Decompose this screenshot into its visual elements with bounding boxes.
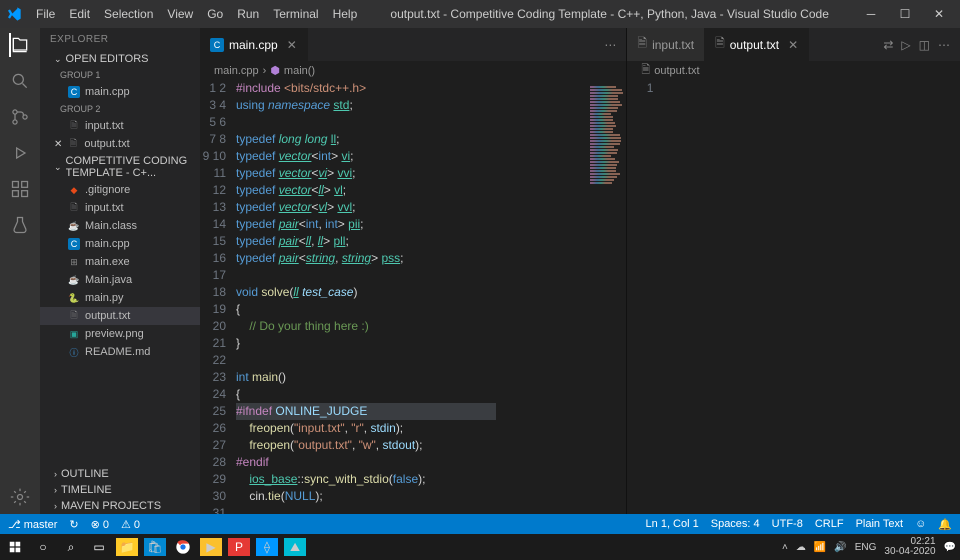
menu-file[interactable]: File [30,3,61,25]
explorer-taskbar-icon[interactable]: 📁 [116,538,138,556]
vscode-logo-icon [6,6,22,22]
group-2-label: GROUP 2 [40,101,200,117]
menu-run[interactable]: Run [231,3,265,25]
menu-help[interactable]: Help [327,3,364,25]
store-taskbar-icon[interactable]: 🛍 [144,538,166,556]
workspace-section[interactable]: ⌄COMPETITIVE CODING TEMPLATE - C+... [40,153,200,181]
sidebar-title: EXPLORER [40,28,200,51]
more-icon[interactable]: ⋯ [938,38,950,52]
cursor-position[interactable]: Ln 1, Col 1 [646,518,699,530]
code-editor-2[interactable]: 1 [627,80,960,514]
language-indicator[interactable]: ENG [855,542,877,553]
warnings-count[interactable]: ⚠ 0 [121,518,140,531]
split-icon[interactable]: ◫ [919,38,930,52]
tab-input-txt[interactable]: 🗎input.txt [627,28,705,61]
git-branch[interactable]: ⎇ master [8,518,57,531]
compare-icon[interactable]: ⇄ [883,38,893,52]
task-view-icon[interactable]: ▭ [88,538,110,556]
debug-icon[interactable] [9,142,31,164]
file-input-txt[interactable]: 🗎input.txt [40,199,200,217]
more-icon[interactable]: ⋯ [604,38,616,52]
file-main-cpp[interactable]: Cmain.cpp [40,235,200,253]
file-main-py[interactable]: 🐍main.py [40,289,200,307]
window-title: output.txt - Competitive Coding Template… [363,7,856,21]
extensions-icon[interactable] [9,178,31,200]
app1-taskbar-icon[interactable]: ▶ [200,538,222,556]
menu-terminal[interactable]: Terminal [267,3,324,25]
chrome-taskbar-icon[interactable] [172,538,194,556]
code-editor[interactable]: 1 2 3 4 5 6 7 8 9 10 11 12 13 14 15 16 1… [200,80,626,514]
search-icon[interactable]: ⌕ [60,538,82,556]
run-icon[interactable]: ▷ [901,38,910,52]
file-main-java[interactable]: ☕Main.java [40,271,200,289]
minimap[interactable] [586,80,626,514]
cortana-icon[interactable]: ○ [32,538,54,556]
tab-output-txt[interactable]: 🗎output.txt✕ [705,28,809,61]
maximize-button[interactable]: ☐ [890,7,920,21]
titlebar: File Edit Selection View Go Run Terminal… [0,0,960,28]
encoding[interactable]: UTF-8 [772,518,803,530]
windows-taskbar: ○ ⌕ ▭ 📁 🛍 ▶ P ⟠ ⛰ ˄ ☁ 📶 🔊 ENG 02:2130-04… [0,534,960,560]
activity-bar [0,28,40,514]
breadcrumb[interactable]: main.cpp›⬢main() [200,61,626,80]
open-editor-main-cpp[interactable]: Cmain.cpp [40,83,200,101]
breadcrumb-2[interactable]: 🗎output.txt [627,61,960,80]
menu-go[interactable]: Go [201,3,229,25]
menu-edit[interactable]: Edit [63,3,96,25]
menu-bar: File Edit Selection View Go Run Terminal… [30,3,363,25]
settings-icon[interactable] [9,486,31,508]
test-icon[interactable] [9,214,31,236]
file-main-exe[interactable]: ⊞main.exe [40,253,200,271]
notifications-taskbar-icon[interactable]: 💬 [944,542,956,553]
file-main-class[interactable]: ☕Main.class [40,217,200,235]
wifi-icon[interactable]: 📶 [814,542,826,553]
sync-button[interactable]: ↻ [69,518,78,531]
file-readme-md[interactable]: ⓘREADME.md [40,343,200,361]
file-gitignore[interactable]: ◆.gitignore [40,181,200,199]
language-mode[interactable]: Plain Text [856,518,904,530]
tray-chevron-icon[interactable]: ˄ [782,542,788,553]
feedback-icon[interactable]: ☺ [915,518,926,530]
menu-selection[interactable]: Selection [98,3,159,25]
errors-count[interactable]: ⊗ 0 [91,518,109,531]
file-preview-png[interactable]: ▣preview.png [40,325,200,343]
explorer-icon[interactable] [9,34,31,56]
timeline-section[interactable]: ›TIMELINE [40,482,200,498]
open-editors-section[interactable]: ⌄OPEN EDITORS [40,51,200,67]
app2-taskbar-icon[interactable]: P [228,538,250,556]
search-icon[interactable] [9,70,31,92]
editor-group-1: Cmain.cpp✕ ⋯ main.cpp›⬢main() 1 2 3 4 5 … [200,28,627,514]
status-bar: ⎇ master ↻ ⊗ 0 ⚠ 0 Ln 1, Col 1 Spaces: 4… [0,514,960,534]
indent-info[interactable]: Spaces: 4 [711,518,760,530]
outline-section[interactable]: ›OUTLINE [40,466,200,482]
volume-icon[interactable]: 🔊 [834,542,846,553]
minimize-button[interactable]: ─ [856,7,886,21]
editor-area: Cmain.cpp✕ ⋯ main.cpp›⬢main() 1 2 3 4 5 … [200,28,960,514]
onedrive-icon[interactable]: ☁ [796,542,806,553]
group-1-label: GROUP 1 [40,67,200,83]
tab-main-cpp[interactable]: Cmain.cpp✕ [200,28,308,61]
open-editor-input-txt[interactable]: 🗎input.txt [40,117,200,135]
clock[interactable]: 02:2130-04-2020 [884,537,935,557]
sidebar: EXPLORER ⌄OPEN EDITORS GROUP 1 Cmain.cpp… [40,28,200,514]
start-button[interactable] [4,538,26,556]
eol[interactable]: CRLF [815,518,844,530]
app3-taskbar-icon[interactable]: ⛰ [284,538,306,556]
close-button[interactable]: ✕ [924,7,954,21]
source-control-icon[interactable] [9,106,31,128]
tab-close-icon[interactable]: ✕ [287,38,297,52]
file-output-txt[interactable]: 🗎output.txt [40,307,200,325]
tab-close-icon[interactable]: ✕ [788,38,798,52]
maven-section[interactable]: ›MAVEN PROJECTS [40,498,200,514]
vscode-taskbar-icon[interactable]: ⟠ [256,538,278,556]
menu-view[interactable]: View [161,3,199,25]
editor-group-2: 🗎input.txt 🗎output.txt✕ ⇄▷◫⋯ 🗎output.txt… [627,28,960,514]
open-editor-output-txt[interactable]: ✕🗎output.txt [40,135,200,153]
notifications-icon[interactable]: 🔔 [938,518,952,531]
